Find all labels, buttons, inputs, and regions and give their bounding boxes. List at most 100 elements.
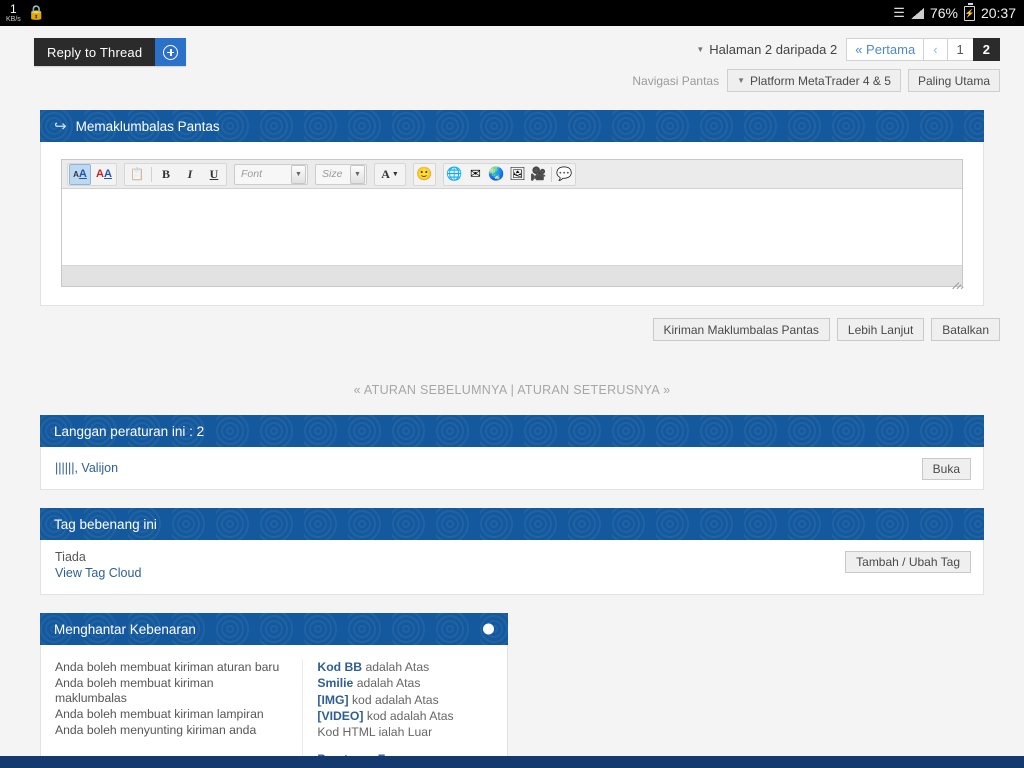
italic-button[interactable]: I: [179, 164, 201, 185]
format-group: 📋 B I U: [124, 162, 227, 186]
posting-permissions-section: Menghantar Kebenaran Anda boleh membuat …: [40, 613, 508, 768]
pagination-area: ▼ Halaman 2 daripada 2 « Pertama ‹ 1 2 N…: [632, 38, 1000, 92]
thread-prev-next-nav[interactable]: « ATURAN SEBELUMNYA | ATURAN SETERUSNYA …: [0, 383, 1024, 397]
tags-none-label: Tiada: [55, 550, 86, 564]
quick-reply-actions: Kiriman Maklumbalas Pantas Lebih Lanjut …: [0, 306, 1024, 341]
page-indicator-label: Halaman 2 daripada 2: [709, 42, 838, 57]
cancel-reply-button[interactable]: Batalkan: [931, 318, 1000, 341]
rich-text-editor: AA AA 📋 B I U Font ▼ Size ▼ A ▼ 🙂 🌐 ✉ 🌏 …: [61, 159, 964, 290]
font-family-select[interactable]: Font ▼: [234, 163, 308, 185]
img-key: [IMG]: [317, 692, 349, 707]
chevron-down-icon: ▼: [737, 76, 745, 85]
insert-video-icon[interactable]: 🎥: [529, 165, 548, 184]
page-1-button[interactable]: 1: [946, 38, 974, 61]
forum-select-label: Platform MetaTrader 4 & 5: [750, 73, 891, 88]
advanced-reply-button[interactable]: Lebih Lanjut: [836, 318, 925, 341]
submit-quick-reply-button[interactable]: Kiriman Maklumbalas Pantas: [652, 318, 830, 341]
wifi-icon: ☰: [893, 5, 905, 20]
go-to-top-button[interactable]: Paling Utama: [907, 69, 1000, 92]
tags-header: Tag bebenang ini: [40, 508, 984, 540]
previous-page-button[interactable]: ‹: [923, 38, 948, 61]
font-size-select[interactable]: Size ▼: [315, 163, 367, 185]
network-speed-unit: KB/s: [6, 16, 21, 23]
subscribers-section: Langgan peraturan ini : 2 ||||||, Valijo…: [40, 415, 984, 490]
paste-icon[interactable]: 📋: [126, 164, 148, 185]
reply-arrow-icon: ↩: [54, 117, 67, 135]
smilie-permission-line: Smilie adalah Atas: [317, 675, 493, 691]
network-speed-indicator: 1 KB/s: [6, 3, 21, 23]
permission-line: Anda boleh membuat kiriman lampiran: [55, 706, 264, 721]
subscriber-names[interactable]: ||||||, Valijon: [55, 461, 118, 475]
page-indicator-dropdown[interactable]: ▼ Halaman 2 daripada 2: [688, 38, 847, 61]
quick-reply-title: Memaklumbalas Pantas: [75, 118, 220, 134]
resize-grip-icon[interactable]: [949, 274, 964, 290]
permissions-header[interactable]: Menghantar Kebenaran: [40, 613, 508, 645]
insert-email-icon[interactable]: ✉: [466, 165, 485, 184]
remove-formatting-icon[interactable]: AA: [93, 164, 115, 185]
video-rest: kod adalah Atas: [363, 708, 454, 723]
open-subscribers-button[interactable]: Buka: [921, 458, 971, 480]
font-size-placeholder: Size: [322, 168, 343, 180]
forum-select-dropdown[interactable]: ▼ Platform MetaTrader 4 & 5: [727, 69, 901, 92]
bold-button[interactable]: B: [155, 164, 177, 185]
chevron-down-icon[interactable]: ▼: [350, 164, 365, 184]
bbcode-permission-line: Kod BB adalah Atas: [317, 659, 493, 675]
chevron-down-icon: ▼: [696, 45, 705, 54]
img-permission-line: [IMG] kod adalah Atas: [317, 692, 493, 708]
video-key: [VIDEO]: [317, 708, 364, 723]
insert-link-icon[interactable]: 🌐: [445, 165, 464, 184]
insert-group: 🌐 ✉ 🌏 🖼 🎥 💬: [443, 162, 576, 186]
top-controls-row: Reply to Thread ▼ Halaman 2 daripada 2 «…: [0, 26, 1024, 92]
permission-line: Anda boleh membuat kiriman maklumbalas: [55, 676, 214, 705]
subscribers-body: ||||||, Valijon Buka: [40, 447, 984, 490]
quick-reply-body: AA AA 📋 B I U Font ▼ Size ▼ A ▼ 🙂 🌐 ✉ 🌏 …: [40, 142, 984, 306]
permissions-right-column: Kod BB adalah Atas Smilie adalah Atas [I…: [302, 659, 507, 766]
permissions-body: Anda boleh membuat kiriman aturan baru A…: [40, 645, 508, 768]
chevron-down-icon[interactable]: ▼: [291, 164, 306, 184]
font-color-button[interactable]: A ▼: [376, 164, 404, 185]
lock-icon: 🔒: [27, 4, 46, 20]
remove-link-icon[interactable]: 🌏: [487, 165, 506, 184]
editor-toolbar: AA AA 📋 B I U Font ▼ Size ▼ A ▼ 🙂 🌐 ✉ 🌏 …: [62, 160, 962, 189]
edit-tags-button[interactable]: Tambah / Ubah Tag: [845, 551, 971, 573]
video-permission-line: [VIDEO] kod adalah Atas: [317, 708, 493, 724]
editor-footer: [62, 266, 964, 290]
font-color-group: A ▼: [374, 162, 406, 186]
status-bar-right: ☰ 76% ⚡ 20:37: [893, 0, 1016, 26]
network-speed-value: 1: [10, 2, 17, 16]
page-2-button-active[interactable]: 2: [972, 38, 1000, 61]
html-permission-line: Kod HTML ialah Luar: [317, 725, 433, 740]
battery-charging-icon: ⚡: [963, 2, 975, 21]
quick-reply-section: ↩ Memaklumbalas Pantas AA AA 📋 B I U Fon…: [40, 110, 984, 306]
permission-line: Anda boleh menyunting kiriman anda: [55, 723, 257, 738]
smilie-rest: adalah Atas: [353, 676, 421, 691]
smiley-icon[interactable]: 🙂: [415, 165, 434, 184]
message-textarea[interactable]: [62, 189, 962, 266]
quick-navigation: Navigasi Pantas ▼ Platform MetaTrader 4 …: [632, 69, 1000, 92]
clock-label: 20:37: [980, 5, 1016, 21]
permissions-left-column: Anda boleh membuat kiriman aturan baru A…: [41, 659, 302, 762]
plus-circle-icon[interactable]: [155, 38, 187, 66]
tags-section: Tag bebenang ini Tiada View Tag Cloud Ta…: [40, 508, 984, 595]
battery-percent-label: 76%: [929, 5, 958, 21]
smilie-group: 🙂: [413, 162, 436, 186]
quick-reply-header: ↩ Memaklumbalas Pantas: [40, 110, 984, 142]
insert-image-icon[interactable]: 🖼: [508, 165, 527, 184]
quick-navigation-label: Navigasi Pantas: [632, 73, 720, 88]
page-content: Reply to Thread ▼ Halaman 2 daripada 2 «…: [0, 26, 1024, 768]
reply-to-thread-button[interactable]: Reply to Thread: [34, 38, 187, 66]
reply-to-thread-label: Reply to Thread: [34, 38, 156, 66]
first-page-button[interactable]: « Pertama: [846, 38, 925, 61]
tags-title: Tag bebenang ini: [54, 516, 157, 532]
view-tag-cloud-link[interactable]: View Tag Cloud: [55, 566, 141, 580]
wysiwyg-toggle-icon[interactable]: AA: [69, 163, 91, 185]
android-status-bar: 1 KB/s 🔒 ☰ 76% ⚡ 20:37: [0, 0, 1024, 26]
collapse-toggle-icon[interactable]: [483, 623, 494, 635]
bbcode-key: Kod BB: [317, 660, 363, 674]
insert-quote-icon[interactable]: 💬: [555, 165, 574, 184]
subscribers-header: Langgan peraturan ini : 2: [40, 415, 984, 447]
bbcode-rest: adalah Atas: [362, 660, 430, 674]
cellular-signal-icon: [910, 7, 924, 19]
underline-button[interactable]: U: [203, 164, 225, 185]
subscribers-title: Langgan peraturan ini : 2: [54, 423, 205, 439]
